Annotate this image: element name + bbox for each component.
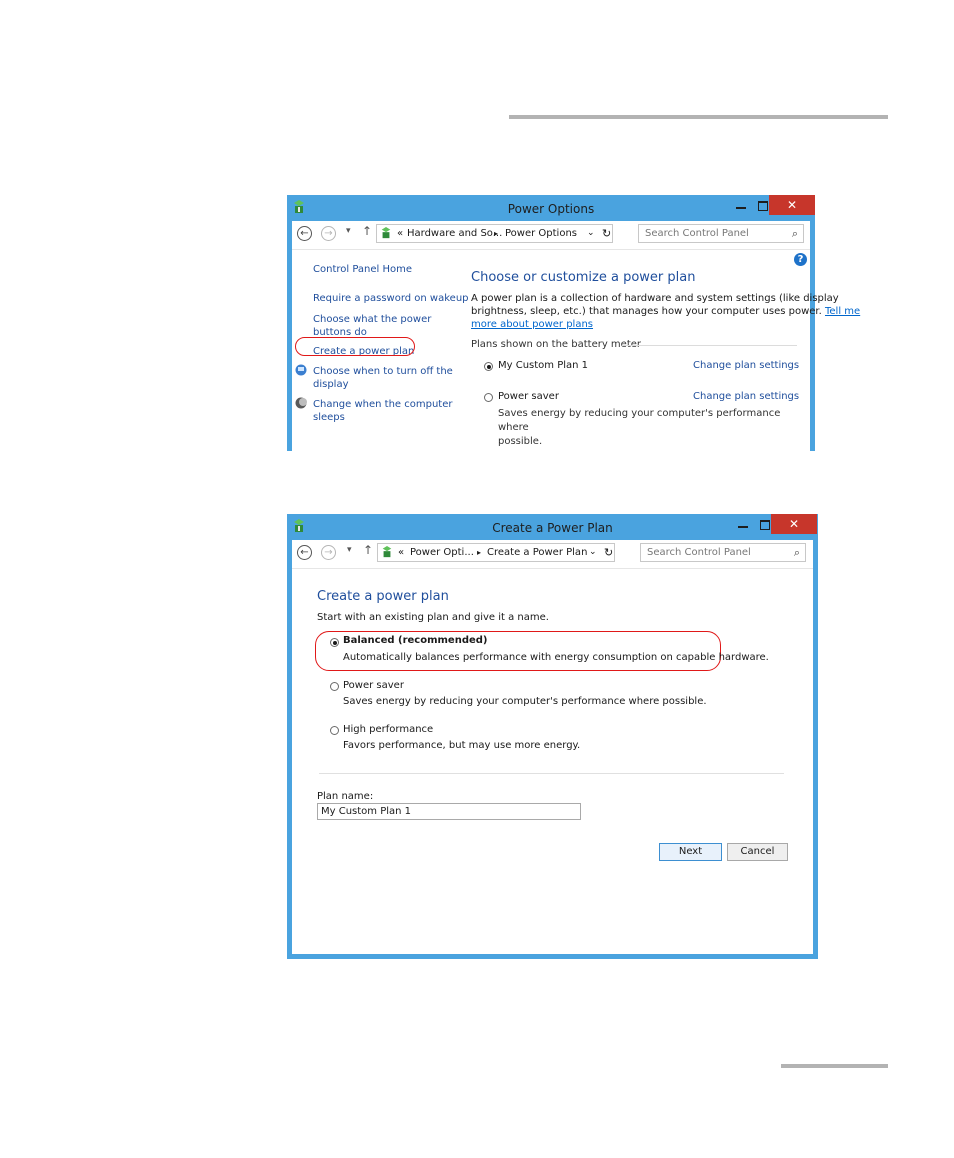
address-bar[interactable]: « Hardware and So... ▸ Power Options ⌄ ↻ (376, 224, 613, 243)
control-panel-home-link[interactable]: Control Panel Home (313, 264, 412, 275)
tell-me-link[interactable]: Tell me (825, 306, 860, 317)
back-arrow-icon[interactable]: ← (297, 545, 312, 560)
recent-locations-icon[interactable]: ▾ (346, 226, 351, 236)
plan-radio-power-saver[interactable] (330, 682, 339, 691)
turn-off-display-link[interactable]: Choose when to turn off the display (313, 365, 453, 391)
plan-name-label: Plan name: (317, 791, 374, 802)
search-icon[interactable]: ⌕ (794, 544, 800, 561)
plan-name-input[interactable] (317, 803, 581, 820)
plan-radio-balanced[interactable] (330, 638, 339, 647)
power-buttons-link[interactable]: Choose what the power buttons do (313, 313, 431, 339)
breadcrumb-separator[interactable]: ▸ (494, 225, 498, 242)
power-options-window: Power Options ✕ ← → ▾ ↑ « Hardware and S… (287, 195, 860, 451)
plan-radio-power-saver[interactable] (484, 393, 493, 402)
page-footer-rule (781, 1064, 888, 1068)
up-arrow-icon[interactable]: ↑ (363, 543, 373, 557)
navigation-toolbar: ← → ▾ ↑ « Hardware and So... ▸ Power Opt… (292, 221, 810, 250)
forward-arrow-icon[interactable]: → (321, 226, 336, 241)
section-divider (622, 345, 797, 346)
up-arrow-icon[interactable]: ↑ (362, 224, 372, 238)
address-bar[interactable]: « Power Opti... ▸ Create a Power Plan ⌄ … (377, 543, 615, 562)
plan-name-high-performance[interactable]: High performance (343, 724, 433, 735)
require-password-link[interactable]: Require a password on wakeup (313, 293, 469, 304)
power-options-icon (382, 546, 392, 558)
refresh-icon[interactable]: ↻ (602, 225, 611, 242)
breadcrumb-separator[interactable]: ▸ (477, 544, 481, 561)
plan-desc-balanced: Automatically balances performance with … (343, 652, 769, 663)
breadcrumb-current[interactable]: Create a Power Plan (487, 544, 587, 561)
plan-desc-power-saver: Saves energy by reducing your computer's… (498, 407, 810, 449)
plan-description-line2: brightness, sleep, etc.) that manages ho… (471, 306, 822, 317)
chevron-down-icon[interactable]: ⌄ (587, 225, 595, 242)
breadcrumb-current[interactable]: Power Options (505, 225, 577, 242)
close-button[interactable]: ✕ (771, 514, 817, 534)
close-button[interactable]: ✕ (769, 195, 815, 215)
page-subheading: Start with an existing plan and give it … (317, 612, 549, 623)
cancel-button[interactable]: Cancel (727, 843, 788, 861)
window-content: Create a power plan Start with an existi… (292, 569, 813, 954)
section-divider (319, 773, 784, 774)
power-options-icon (381, 227, 391, 239)
breadcrumb-prefix[interactable]: « (398, 544, 404, 561)
forward-arrow-icon[interactable]: → (321, 545, 336, 560)
plan-desc-line2: possible. (498, 436, 543, 447)
window-content: ? Control Panel Home Require a password … (292, 250, 860, 451)
plan-name-power-saver[interactable]: Power saver (343, 680, 404, 691)
breadcrumb-prefix[interactable]: « (397, 225, 403, 242)
title-bar[interactable]: Create a Power Plan ✕ (287, 514, 818, 540)
search-input[interactable]: Search Control Panel ⌕ (640, 543, 806, 562)
plan-radio-my-custom[interactable] (484, 362, 493, 371)
next-button[interactable]: Next (659, 843, 722, 861)
plan-name-power-saver[interactable]: Power saver (498, 391, 559, 402)
change-plan-settings-link[interactable]: Change plan settings (693, 360, 799, 371)
minimize-button[interactable] (732, 196, 750, 214)
breadcrumb-parent[interactable]: Power Opti... (410, 544, 474, 561)
sleep-icon (295, 397, 307, 409)
plan-desc-line1: Saves energy by reducing your computer's… (498, 408, 781, 433)
plan-radio-high-performance[interactable] (330, 726, 339, 735)
search-placeholder: Search Control Panel (645, 228, 749, 239)
plan-description-line1: A power plan is a collection of hardware… (471, 293, 839, 304)
title-bar[interactable]: Power Options ✕ (287, 195, 815, 221)
highlight-oval (295, 337, 415, 356)
learn-more-link[interactable]: more about power plans (471, 319, 593, 330)
plan-description: A power plan is a collection of hardware… (471, 292, 860, 331)
minimize-button[interactable] (734, 515, 752, 533)
turn-off-display-line2: display (313, 379, 349, 390)
plan-desc-high-performance: Favors performance, but may use more ene… (343, 740, 581, 751)
plan-name-balanced[interactable]: Balanced (recommended) (343, 635, 488, 646)
refresh-icon[interactable]: ↻ (604, 544, 613, 561)
back-arrow-icon[interactable]: ← (297, 226, 312, 241)
search-placeholder: Search Control Panel (647, 547, 751, 558)
page-header-rule (509, 115, 888, 119)
turn-off-display-line1: Choose when to turn off the (313, 366, 453, 377)
computer-sleeps-link[interactable]: Change when the computer sleeps (313, 398, 452, 424)
search-input[interactable]: Search Control Panel ⌕ (638, 224, 804, 243)
main-heading: Choose or customize a power plan (471, 270, 696, 285)
page-heading: Create a power plan (317, 589, 449, 604)
computer-sleeps-line1: Change when the computer (313, 399, 453, 410)
power-buttons-link-line1: Choose what the power (313, 314, 432, 325)
change-plan-settings-link[interactable]: Change plan settings (693, 391, 799, 402)
navigation-toolbar: ← → ▾ ↑ « Power Opti... ▸ Create a Power… (292, 540, 813, 569)
plan-desc-power-saver: Saves energy by reducing your computer's… (343, 696, 707, 707)
help-icon[interactable]: ? (794, 253, 807, 266)
recent-locations-icon[interactable]: ▾ (347, 545, 352, 555)
chevron-down-icon[interactable]: ⌄ (589, 544, 597, 561)
computer-sleeps-line2: sleeps (313, 412, 345, 423)
display-icon (295, 364, 307, 376)
create-power-plan-window: Create a Power Plan ✕ ← → ▾ ↑ « Power Op… (287, 514, 818, 959)
plan-name-my-custom[interactable]: My Custom Plan 1 (498, 360, 588, 371)
search-icon[interactable]: ⌕ (792, 225, 798, 242)
breadcrumb-parent[interactable]: Hardware and So... (407, 225, 502, 242)
battery-meter-label: Plans shown on the battery meter (471, 339, 642, 350)
